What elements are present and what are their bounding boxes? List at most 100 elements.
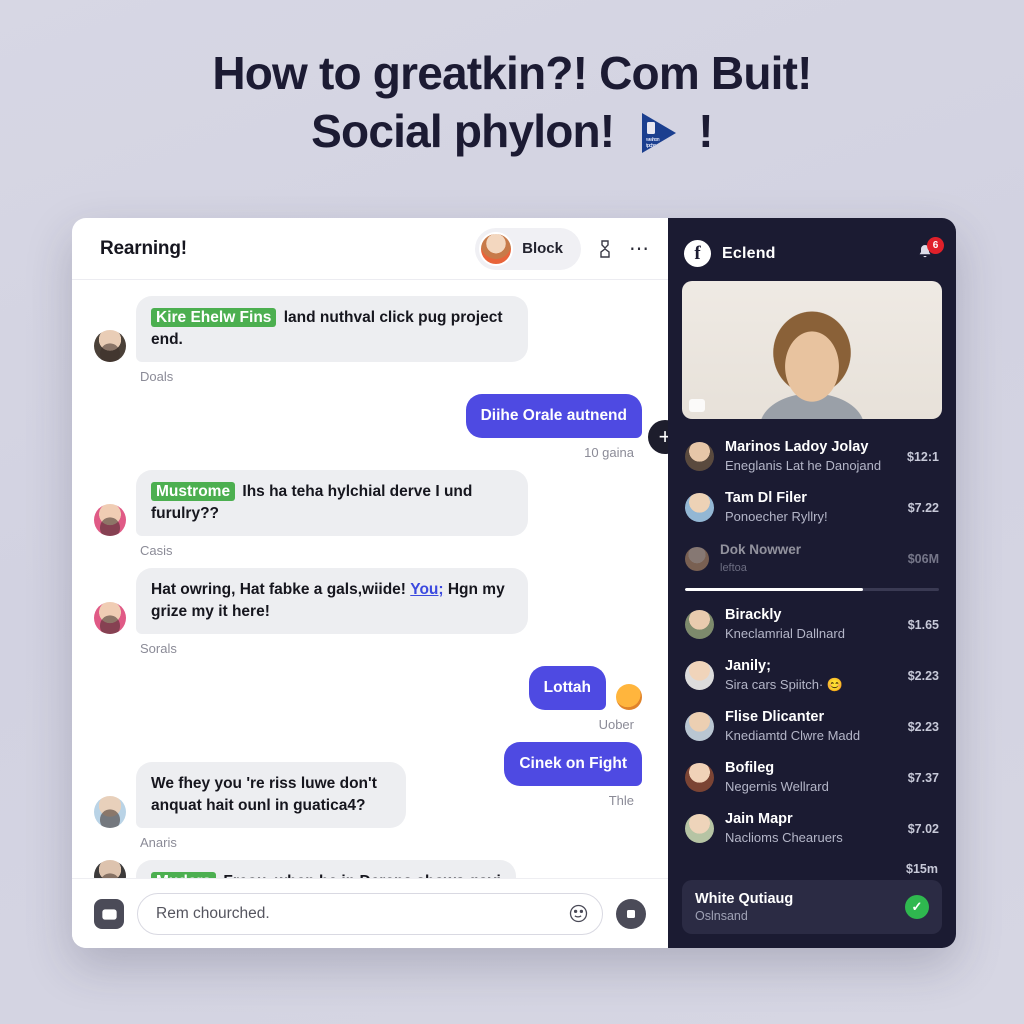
list-item[interactable]: Janily; Sira cars Spiitch· 😊 $2.23 — [682, 650, 942, 701]
avatar — [685, 661, 714, 691]
list-item-subtitle: Knediamtd Clwre Madd — [725, 728, 861, 744]
message-composer — [72, 878, 668, 948]
message-text-pre: Hat owring, Hat fabke a gals,wiide! — [151, 581, 411, 598]
message-input-wrapper[interactable] — [137, 892, 603, 935]
message-bubble[interactable]: We fhey you 're riss luwe don't anquat h… — [136, 762, 406, 828]
emoji-icon[interactable] — [569, 904, 588, 923]
message-tag: Kire Ehelw Fins — [151, 308, 277, 327]
chat-title: Rearning! — [100, 237, 187, 259]
message-row: Mustrome Ihs ha teha hylchial derve I un… — [94, 470, 642, 536]
list-item-subtitle: Sira cars Spiitch· 😊 — [725, 677, 844, 693]
message-meta: Casis — [140, 543, 173, 558]
avatar — [685, 442, 714, 472]
camera-icon[interactable] — [94, 898, 124, 929]
hero-line-2: Social phylon! — [311, 105, 615, 157]
list-item-name: Birackly — [725, 607, 782, 624]
video-tag-icon — [689, 399, 705, 413]
list-item-name: Dok Nowwer — [720, 542, 802, 558]
status-card-title: White Qutiaug — [695, 891, 794, 907]
list-item[interactable]: Marinos Ladoy Jolay Eneglanis Lat he Dan… — [682, 431, 942, 482]
list-item-value: $2.23 — [907, 719, 939, 734]
message-row: Hat owring, Hat fabke a gals,wiide! You;… — [94, 568, 642, 634]
panel-header: f Eclend 6 — [684, 236, 944, 267]
list-item[interactable]: Dok Nowwer leftoa $06M — [682, 533, 942, 584]
message-tag: Mustrome — [151, 482, 236, 501]
message-bubble[interactable]: Hat owring, Hat fabke a gals,wiide! You;… — [136, 568, 528, 634]
panel-title: Eclend — [722, 244, 776, 262]
avatar — [685, 546, 709, 571]
message-bubble[interactable]: Diihe Orale autnend — [465, 394, 642, 438]
list-item-value: $7.02 — [907, 821, 939, 836]
message-meta: Uober — [598, 717, 634, 732]
list-item-subtitle: Ponoecher Ryllry! — [725, 509, 828, 525]
list-item-subtitle: Kneclamrial Dallnard — [725, 626, 845, 642]
list-item-subtitle: Eneglanis Lat he Danojand — [725, 458, 882, 474]
message-meta: Anaris — [140, 835, 177, 850]
message-row: Lottah — [94, 666, 642, 710]
more-options-icon[interactable]: ⋯ — [629, 239, 650, 259]
contact-avatar — [479, 231, 514, 266]
message-link[interactable]: You; — [410, 581, 443, 598]
list-item-name: Janily; — [725, 658, 771, 675]
status-card-subtitle: Oslnsand — [695, 909, 748, 923]
new-message-button[interactable]: + — [648, 420, 668, 454]
avatar — [94, 330, 126, 362]
app-window: Rearning! Block ⋯ Kire Ehelw Fins land n… — [72, 218, 956, 948]
progress-bar — [685, 588, 939, 592]
video-thumbnail[interactable] — [682, 281, 942, 420]
list-item[interactable]: Jain Mapr Naclioms Chearuers $7.02 — [682, 803, 942, 854]
hero-line-2-suffix: ! — [698, 105, 713, 157]
list-item-name: Bofileg — [725, 760, 775, 777]
list-item-name: Flise Dlicanter — [725, 709, 825, 726]
list-item-value: $7.22 — [907, 500, 939, 515]
message-input[interactable] — [156, 904, 569, 923]
list-item-subtitle: Negernis Wellrard — [725, 779, 829, 795]
block-button[interactable]: Block — [475, 227, 581, 270]
message-bubble[interactable]: Mustrome Ihs ha teha hylchial derve I un… — [136, 470, 528, 536]
side-panel: f Eclend 6 Marinos Ladoy Jolay Eneglanis… — [668, 218, 956, 948]
list-item-value: $12:1 — [907, 449, 939, 464]
svg-text:tpcho: tpcho — [646, 143, 656, 149]
avatar — [685, 610, 714, 640]
list-item[interactable]: Tam Dl Filer Ponoecher Ryllry! $7.22 — [682, 482, 942, 533]
list-item-subtitle: Naclioms Chearuers — [725, 830, 843, 846]
hero-banner: How to greatkin?! Com Buit! Social phylo… — [0, 0, 1024, 160]
list-item[interactable]: Flise Dlicanter Knediamtd Clwre Madd $2.… — [682, 701, 942, 752]
send-icon[interactable] — [616, 898, 646, 929]
chat-pane: Rearning! Block ⋯ Kire Ehelw Fins land n… — [72, 218, 668, 948]
avatar — [94, 796, 126, 828]
list-item-name: Jain Mapr — [725, 811, 793, 828]
list-item[interactable]: Bofileg Negernis Wellrard $7.37 — [682, 752, 942, 803]
message-bubble[interactable]: Muders Freou, when he in Derens shows go… — [136, 860, 516, 878]
notification-badge: 6 — [927, 236, 944, 254]
message-meta: 10 gaina — [584, 445, 634, 460]
list-item-subtitle: leftoa — [720, 562, 747, 575]
info-icon[interactable] — [593, 237, 617, 261]
message-bubble[interactable]: Kire Ehelw Fins land nuthval click pug p… — [136, 296, 528, 362]
play-triangle-icon: wwhon tpcho — [630, 107, 682, 159]
list-item-name: Marinos Ladoy Jolay — [725, 439, 869, 456]
reaction-avatar — [616, 684, 642, 710]
message-row: Kire Ehelw Fins land nuthval click pug p… — [94, 296, 642, 362]
avatar — [685, 763, 714, 793]
page-title: How to greatkin?! Com Buit! Social phylo… — [60, 44, 964, 160]
message-list: Kire Ehelw Fins land nuthval click pug p… — [72, 280, 668, 878]
list-item[interactable]: Birackly Kneclamrial Dallnard $1.65 — [682, 599, 942, 650]
list-item-name: Tam Dl Filer — [725, 490, 807, 507]
notification-bell-icon[interactable]: 6 — [916, 236, 944, 265]
message-row: Muders Freou, when he in Derens shows go… — [94, 860, 642, 878]
progress-bar-fill — [685, 588, 863, 592]
list-item-value: $06M — [907, 551, 939, 566]
message-bubble[interactable]: Cinek on Fight — [504, 742, 642, 786]
check-circle-icon: ✓ — [905, 895, 929, 919]
message-meta: Doals — [140, 369, 174, 384]
avatar — [685, 814, 714, 844]
status-card[interactable]: White Qutiaug Oslnsand ✓ — [682, 880, 942, 934]
avatar — [94, 860, 126, 878]
panel-list: Marinos Ladoy Jolay Eneglanis Lat he Dan… — [682, 431, 942, 880]
avatar — [685, 712, 714, 742]
list-item-value: $7.37 — [907, 770, 939, 785]
block-button-label: Block — [522, 240, 563, 257]
message-meta: Sorals — [140, 641, 177, 656]
message-bubble[interactable]: Lottah — [528, 666, 606, 710]
